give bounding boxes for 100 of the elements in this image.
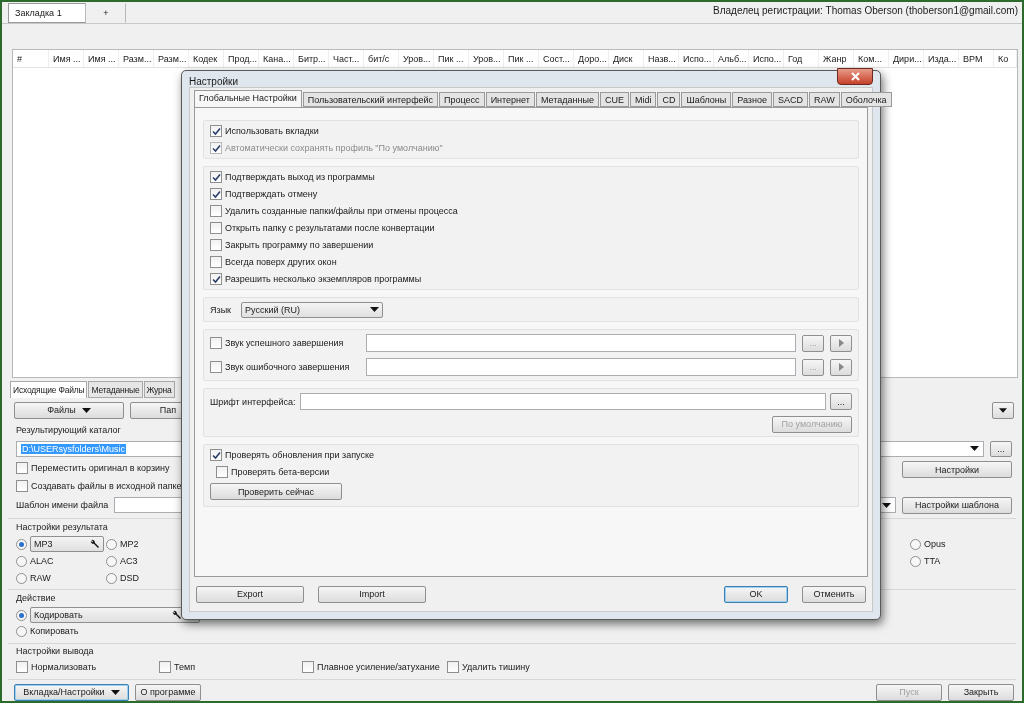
radio-button[interactable] (910, 538, 921, 550)
tab[interactable]: Закладка 1 (8, 2, 86, 23)
column-header[interactable]: Пик ... (504, 50, 539, 68)
radio-button[interactable] (16, 538, 27, 550)
tab[interactable]: Глобальные Настройки (194, 90, 302, 107)
checkbox[interactable] (159, 660, 171, 673)
files-button[interactable]: Файлы (14, 401, 124, 419)
column-header[interactable]: Уров... (399, 50, 434, 68)
checkbox-label: Разрешить несколько экземпляров программы (225, 274, 422, 284)
template-settings-button[interactable]: Настройки шаблона (902, 496, 1012, 514)
radio-button[interactable] (16, 572, 27, 584)
column-header[interactable]: Прод... (224, 50, 259, 68)
play-button[interactable] (830, 358, 852, 376)
column-header[interactable]: Имя ... (49, 50, 84, 68)
column-header[interactable]: Альб... (714, 50, 749, 68)
about-button[interactable]: О программе (135, 683, 201, 701)
radio-label: Opus (924, 539, 946, 550)
checkbox[interactable] (16, 461, 28, 474)
tab[interactable]: Журна (143, 380, 175, 398)
tab[interactable]: Интернет (485, 92, 535, 107)
tab[interactable]: Оболочка (840, 92, 892, 107)
action-combo[interactable]: Кодировать (30, 607, 200, 624)
column-header[interactable]: Кодек (189, 50, 224, 68)
dropdown-button[interactable] (992, 401, 1014, 419)
radio-button[interactable] (106, 572, 117, 584)
tab[interactable]: Разное (732, 92, 772, 107)
checkbox[interactable] (210, 361, 222, 373)
dialog-button[interactable]: Export (196, 585, 304, 603)
radio-button[interactable] (106, 555, 117, 567)
radio-button[interactable] (16, 555, 27, 567)
radio-button[interactable] (16, 625, 27, 637)
tab[interactable]: Метаданные (535, 92, 599, 107)
checkbox[interactable] (210, 273, 222, 285)
tab-settings-button[interactable]: Вкладка/Настройки (14, 683, 129, 701)
tab[interactable]: Шаблоны (681, 92, 732, 107)
column-header[interactable]: Кана... (259, 50, 294, 68)
column-header[interactable]: BPM (959, 50, 994, 68)
checkbox[interactable] (210, 171, 222, 183)
column-header[interactable]: Имя ... (84, 50, 119, 68)
column-header[interactable]: Сост... (539, 50, 574, 68)
column-header[interactable]: Назв... (644, 50, 679, 68)
column-header[interactable]: # (13, 50, 49, 68)
column-header[interactable]: Разм... (119, 50, 154, 68)
radio-button[interactable] (910, 555, 921, 567)
column-header[interactable]: Испо... (679, 50, 714, 68)
tab[interactable]: Midi (629, 92, 657, 107)
tab[interactable]: Исходящие Файлы (10, 380, 88, 398)
tab[interactable]: Пользовательский интерфейс (302, 92, 439, 107)
radio-label: DSD (120, 573, 139, 584)
column-header[interactable]: Част... (329, 50, 364, 68)
checkbox[interactable] (16, 660, 28, 673)
column-header[interactable]: Год (784, 50, 819, 68)
column-header[interactable]: Уров... (469, 50, 504, 68)
sound-path-field[interactable] (366, 358, 796, 376)
checkbox[interactable] (210, 337, 222, 349)
column-header[interactable]: Ко (994, 50, 1017, 68)
column-header[interactable]: бит/с (364, 50, 399, 68)
tab[interactable]: Процесс (439, 92, 485, 107)
check-now-button[interactable]: Проверить сейчас (210, 483, 342, 500)
checkbox[interactable] (210, 239, 222, 251)
checkbox[interactable] (210, 125, 222, 137)
browse-button[interactable]: ... (990, 440, 1012, 457)
radio-button[interactable] (106, 538, 117, 550)
format-combo[interactable]: MP3 (30, 536, 104, 553)
browse-button[interactable]: ... (830, 393, 852, 410)
radio-button[interactable] (16, 609, 27, 621)
checkbox[interactable] (302, 660, 314, 673)
column-header[interactable]: Изда... (924, 50, 959, 68)
checkbox[interactable] (210, 222, 222, 234)
column-header[interactable]: Дири... (889, 50, 924, 68)
checkbox[interactable] (210, 205, 222, 217)
tab[interactable]: SACD (773, 92, 808, 107)
font-field[interactable] (299, 393, 826, 410)
checkbox[interactable] (16, 479, 28, 492)
checkbox[interactable] (210, 449, 222, 461)
checkbox[interactable] (210, 188, 222, 200)
settings-button[interactable]: Настройки (902, 461, 1012, 479)
column-header[interactable]: Разм... (154, 50, 189, 68)
column-header[interactable]: Пик ... (434, 50, 469, 68)
column-header[interactable]: Диск (609, 50, 644, 68)
tab[interactable]: CD (657, 92, 681, 107)
dialog-button[interactable]: OK (724, 585, 788, 603)
close-app-button[interactable]: Закрыть (948, 683, 1014, 701)
tab[interactable]: CUE (599, 92, 629, 107)
play-button[interactable] (830, 334, 852, 352)
language-combo[interactable]: Русский (RU) (241, 301, 384, 318)
column-header[interactable]: Ком... (854, 50, 889, 68)
dialog-button[interactable]: Import (318, 585, 426, 603)
tab[interactable]: RAW (809, 92, 840, 107)
checkbox[interactable] (447, 660, 459, 673)
tab[interactable]: Метаданные (88, 380, 143, 398)
column-header[interactable]: Испо... (749, 50, 784, 68)
tab[interactable]: + (86, 2, 126, 23)
checkbox[interactable] (216, 466, 228, 478)
column-header[interactable]: Доро... (574, 50, 609, 68)
column-header[interactable]: Жанр (819, 50, 854, 68)
checkbox[interactable] (210, 256, 222, 268)
sound-path-field[interactable] (366, 334, 796, 352)
column-header[interactable]: Битр... (294, 50, 329, 68)
dialog-button[interactable]: Отменить (802, 585, 866, 603)
